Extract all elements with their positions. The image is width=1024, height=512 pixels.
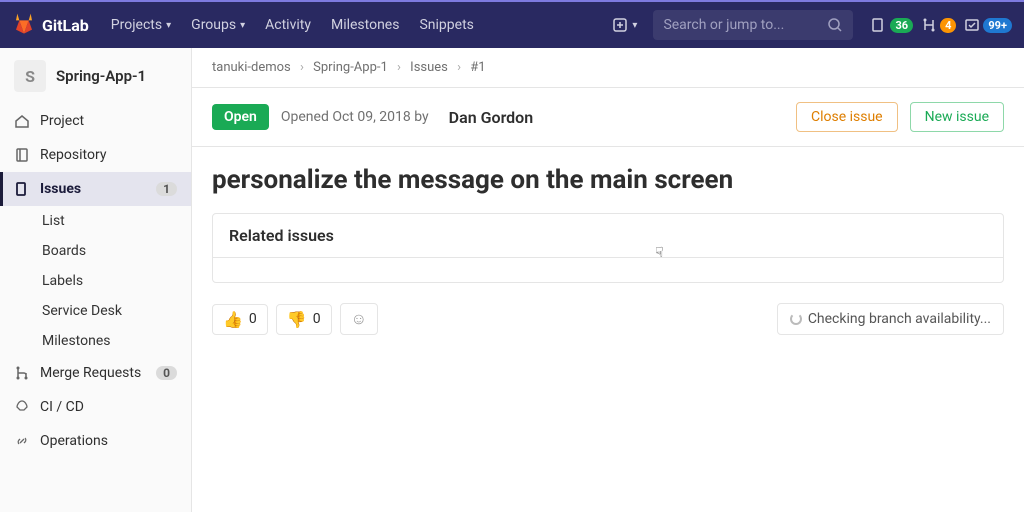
branch-check-status: Checking branch availability... bbox=[777, 303, 1004, 335]
chevron-right-icon: › bbox=[457, 60, 461, 75]
close-issue-button[interactable]: Close issue bbox=[796, 102, 898, 132]
link-icon bbox=[14, 433, 30, 449]
nav-snippets[interactable]: Snippets bbox=[413, 11, 479, 39]
branch-check-text: Checking branch availability... bbox=[808, 311, 991, 327]
thumbs-down-icon: 👎 bbox=[287, 310, 307, 329]
related-issues-body bbox=[213, 258, 1003, 282]
breadcrumb-part[interactable]: Issues bbox=[410, 60, 448, 75]
top-nav-items: Projects▾ Groups▾ Activity Milestones Sn… bbox=[105, 11, 480, 39]
thumbs-down-count: 0 bbox=[313, 311, 321, 327]
nav-groups[interactable]: Groups▾ bbox=[185, 11, 251, 39]
sidebar-item-merge-requests[interactable]: Merge Requests 0 bbox=[0, 356, 191, 390]
issue-title: personalize the message on the main scre… bbox=[212, 165, 1004, 195]
sidebar: S Spring-App-1 Project Repository Issues… bbox=[0, 48, 192, 512]
mr-sidebar-count: 0 bbox=[156, 366, 177, 380]
sidebar-item-label: Repository bbox=[40, 147, 106, 163]
issues-icon bbox=[14, 181, 30, 197]
breadcrumb-part[interactable]: #1 bbox=[470, 60, 485, 75]
mrs-counter[interactable]: 4 bbox=[921, 17, 956, 33]
mrs-count-badge: 4 bbox=[940, 18, 956, 33]
thumbs-up-button[interactable]: 👍 0 bbox=[212, 304, 268, 335]
sidebar-item-issues[interactable]: Issues 1 bbox=[0, 172, 191, 206]
nav-activity[interactable]: Activity bbox=[259, 11, 317, 39]
sidebar-item-label: Merge Requests bbox=[40, 365, 141, 381]
nav-projects[interactable]: Projects▾ bbox=[105, 11, 177, 39]
status-badge: Open bbox=[212, 104, 269, 130]
nav-milestones[interactable]: Milestones bbox=[325, 11, 406, 39]
rocket-icon bbox=[14, 399, 30, 415]
sidebar-item-label: Issues bbox=[40, 181, 81, 197]
search-bar[interactable] bbox=[653, 10, 853, 40]
sidebar-sub-milestones[interactable]: Milestones bbox=[0, 326, 191, 356]
smiley-icon: ☺ bbox=[351, 309, 367, 329]
breadcrumb-part[interactable]: Spring-App-1 bbox=[313, 60, 388, 75]
search-input[interactable] bbox=[663, 17, 827, 33]
sidebar-item-label: CI / CD bbox=[40, 399, 84, 415]
sidebar-sub-labels[interactable]: Labels bbox=[0, 266, 191, 296]
home-icon bbox=[14, 113, 30, 129]
sidebar-sub-service-desk[interactable]: Service Desk bbox=[0, 296, 191, 326]
thumbs-up-count: 0 bbox=[249, 311, 257, 327]
add-reaction-button[interactable]: ☺ bbox=[340, 303, 378, 335]
breadcrumb: tanuki-demos › Spring-App-1 › Issues › #… bbox=[192, 48, 1024, 88]
sidebar-item-operations[interactable]: Operations bbox=[0, 424, 191, 458]
opened-text: Opened Oct 09, 2018 by bbox=[281, 109, 429, 125]
reactions-row: 👍 0 👎 0 ☺ Checking branch availability..… bbox=[212, 299, 1004, 347]
sidebar-item-repository[interactable]: Repository bbox=[0, 138, 191, 172]
chevron-down-icon: ▾ bbox=[166, 20, 171, 31]
gitlab-logo-icon[interactable] bbox=[12, 11, 36, 39]
chevron-down-icon: ▾ bbox=[632, 20, 637, 31]
new-issue-button[interactable]: New issue bbox=[910, 102, 1004, 132]
issue-meta-row: Open Opened Oct 09, 2018 by Dan Gordon C… bbox=[192, 88, 1024, 147]
author-link[interactable]: Dan Gordon bbox=[449, 108, 534, 127]
chevron-down-icon: ▾ bbox=[240, 20, 245, 31]
breadcrumb-part[interactable]: tanuki-demos bbox=[212, 60, 291, 75]
thumbs-up-icon: 👍 bbox=[223, 310, 243, 329]
main-content: tanuki-demos › Spring-App-1 › Issues › #… bbox=[192, 48, 1024, 512]
spinner-icon bbox=[790, 313, 802, 325]
chevron-right-icon: › bbox=[300, 60, 304, 75]
thumbs-down-button[interactable]: 👎 0 bbox=[276, 304, 332, 335]
sidebar-item-project[interactable]: Project bbox=[0, 104, 191, 138]
sidebar-sub-boards[interactable]: Boards bbox=[0, 236, 191, 266]
project-avatar: S bbox=[14, 60, 46, 92]
new-menu-button[interactable]: ▾ bbox=[606, 13, 643, 37]
related-issues-panel: Related issues bbox=[212, 213, 1004, 283]
search-icon bbox=[827, 17, 843, 33]
related-issues-header: Related issues bbox=[213, 214, 1003, 258]
repository-icon bbox=[14, 147, 30, 163]
merge-request-icon bbox=[14, 365, 30, 381]
project-header[interactable]: S Spring-App-1 bbox=[0, 48, 191, 104]
project-name: Spring-App-1 bbox=[56, 67, 146, 85]
chevron-right-icon: › bbox=[397, 60, 401, 75]
sidebar-item-label: Operations bbox=[40, 433, 108, 449]
issues-counter[interactable]: 36 bbox=[871, 17, 913, 33]
brand-label: GitLab bbox=[42, 16, 89, 35]
top-navbar: GitLab Projects▾ Groups▾ Activity Milest… bbox=[0, 0, 1024, 48]
issues-count-badge: 36 bbox=[890, 18, 913, 33]
sidebar-item-cicd[interactable]: CI / CD bbox=[0, 390, 191, 424]
todos-counter[interactable]: 99+ bbox=[964, 17, 1012, 33]
todos-count-badge: 99+ bbox=[983, 18, 1012, 33]
issues-sidebar-count: 1 bbox=[156, 182, 177, 196]
sidebar-item-label: Project bbox=[40, 113, 84, 129]
sidebar-sub-list[interactable]: List bbox=[0, 206, 191, 236]
